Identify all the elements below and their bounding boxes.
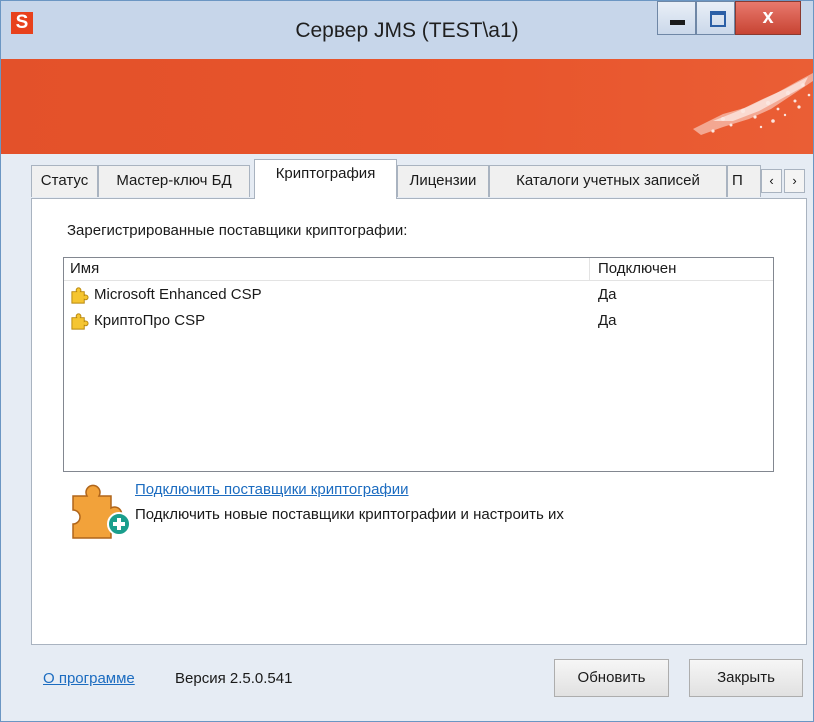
minimize-button[interactable] xyxy=(657,1,696,35)
close-icon: x xyxy=(762,6,774,28)
connect-providers-link[interactable]: Подключить поставщики криптографии xyxy=(135,481,409,498)
close-window-button[interactable]: x xyxy=(735,1,801,35)
tab-account-catalogs[interactable]: Каталоги учетных записей xyxy=(489,165,727,197)
tab-scroll-right-button[interactable]: › xyxy=(784,169,805,193)
provider-name: Microsoft Enhanced CSP xyxy=(94,286,262,303)
puzzle-icon xyxy=(71,313,89,330)
about-link[interactable]: О программе xyxy=(43,670,135,687)
title-bar[interactable]: S Сервер JMS (TEST\a1) x xyxy=(1,1,813,59)
provider-connected: Да xyxy=(598,286,617,303)
puzzle-add-icon xyxy=(72,484,131,539)
tab-status[interactable]: Статус xyxy=(31,165,98,197)
column-header-name[interactable]: Имя xyxy=(70,260,99,277)
refresh-button[interactable]: Обновить xyxy=(554,659,669,697)
banner-decoration xyxy=(693,73,813,135)
maximize-button[interactable] xyxy=(696,1,735,35)
list-item[interactable]: КриптоПро CSP Да xyxy=(64,309,773,335)
tab-cryptography[interactable]: Криптография xyxy=(254,159,397,199)
close-button[interactable]: Закрыть xyxy=(689,659,803,697)
providers-list[interactable]: Имя Подключен Microsoft Enhanced CSP Да … xyxy=(63,257,774,472)
maximize-icon xyxy=(710,11,726,27)
app-window: S Сервер JMS (TEST\a1) x Статус Мастер-к… xyxy=(0,0,814,722)
connect-providers-description: Подключить новые поставщики криптографии… xyxy=(135,506,564,523)
tab-licenses[interactable]: Лицензии xyxy=(397,165,489,197)
provider-connected: Да xyxy=(598,312,617,329)
tab-truncated[interactable]: П xyxy=(727,165,761,197)
puzzle-icon xyxy=(71,287,89,304)
tab-strip: Статус Мастер-ключ БД Криптография Лицен… xyxy=(31,159,807,199)
column-separator[interactable] xyxy=(589,258,590,280)
provider-name: КриптоПро CSP xyxy=(94,312,206,329)
minimize-icon xyxy=(670,20,685,25)
column-header-connected[interactable]: Подключен xyxy=(598,260,676,277)
list-header: Имя Подключен xyxy=(64,258,773,281)
list-item[interactable]: Microsoft Enhanced CSP Да xyxy=(64,283,773,309)
providers-caption: Зарегистрированные поставщики криптограф… xyxy=(67,222,408,239)
tab-scroll-left-button[interactable]: ‹ xyxy=(761,169,782,193)
cryptography-panel: Зарегистрированные поставщики криптограф… xyxy=(31,198,807,645)
tab-master-key[interactable]: Мастер-ключ БД xyxy=(98,165,250,197)
version-label: Версия 2.5.0.541 xyxy=(175,670,293,687)
header-banner xyxy=(1,59,813,154)
